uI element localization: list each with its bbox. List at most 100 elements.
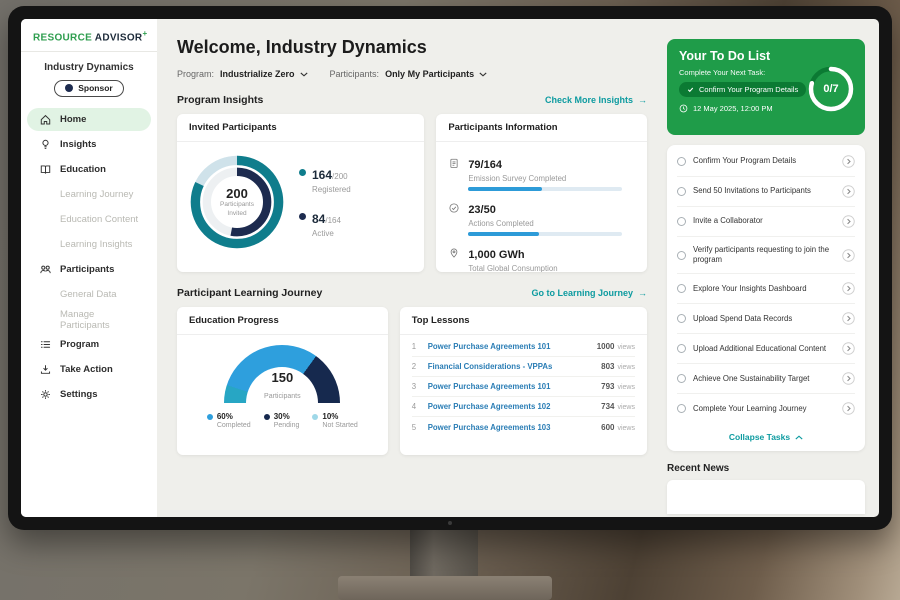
stat-label: Total Global Consumption bbox=[468, 264, 635, 272]
arrow-right-icon: → bbox=[638, 288, 647, 298]
sidebar-item-label: Education Content bbox=[60, 214, 138, 225]
task-row[interactable]: Verify participants requesting to join t… bbox=[677, 237, 855, 274]
chevron-right-icon[interactable] bbox=[842, 185, 855, 198]
legend-total: /200 bbox=[332, 172, 348, 181]
sidebar-item-education[interactable]: Education bbox=[27, 158, 151, 181]
lesson-link[interactable]: Power Purchase Agreements 101 bbox=[428, 342, 589, 351]
lesson-rank: 3 bbox=[412, 382, 420, 391]
sidebar-item-learning-journey[interactable]: Learning Journey bbox=[27, 183, 151, 206]
task-row[interactable]: Invite a Collaborator bbox=[677, 207, 855, 237]
task-checkbox[interactable] bbox=[677, 344, 686, 353]
task-label: Send 50 Invitations to Participants bbox=[693, 186, 835, 196]
task-row[interactable]: Achieve One Sustainability Target bbox=[677, 364, 855, 394]
task-checkbox[interactable] bbox=[677, 157, 686, 166]
next-task-pill[interactable]: Confirm Your Program Details bbox=[679, 82, 806, 97]
lesson-link[interactable]: Power Purchase Agreements 102 bbox=[428, 402, 593, 411]
sidebar-item-label: Settings bbox=[60, 389, 97, 400]
stat-label: Emission Survey Completed bbox=[468, 174, 635, 183]
collapse-tasks-link[interactable]: Collapse Tasks bbox=[677, 423, 855, 449]
participants-information-card: Participants Information 79/164 Emission… bbox=[436, 114, 647, 272]
lesson-row: 1 Power Purchase Agreements 101 1000view… bbox=[412, 337, 635, 357]
sidebar-item-learning-insights[interactable]: Learning Insights bbox=[27, 233, 151, 256]
top-lessons-card: Top Lessons 1 Power Purchase Agreements … bbox=[400, 307, 647, 455]
divider bbox=[21, 51, 157, 52]
gauge-center-caption: Participants bbox=[264, 393, 301, 400]
invited-participants-card: Invited Participants 200 bbox=[177, 114, 424, 272]
legend-dot bbox=[207, 414, 213, 420]
go-to-learning-journey-link[interactable]: Go to Learning Journey → bbox=[531, 288, 647, 298]
sidebar-item-take-action[interactable]: Take Action bbox=[27, 358, 151, 381]
chevron-right-icon[interactable] bbox=[842, 282, 855, 295]
task-label: Invite a Collaborator bbox=[693, 216, 835, 226]
chevron-right-icon[interactable] bbox=[842, 372, 855, 385]
task-checkbox[interactable] bbox=[677, 404, 686, 413]
monitor-stand-base bbox=[338, 576, 552, 600]
next-task-label: Confirm Your Program Details bbox=[699, 85, 798, 94]
task-checkbox[interactable] bbox=[677, 374, 686, 383]
task-row[interactable]: Upload Additional Educational Content bbox=[677, 334, 855, 364]
sidebar-item-participants[interactable]: Participants bbox=[27, 258, 151, 281]
lesson-link[interactable]: Power Purchase Agreements 101 bbox=[428, 382, 593, 391]
monitor-power-led bbox=[448, 521, 452, 525]
task-row[interactable]: Upload Spend Data Records bbox=[677, 304, 855, 334]
sidebar-item-settings[interactable]: Settings bbox=[27, 383, 151, 406]
chevron-right-icon[interactable] bbox=[842, 402, 855, 415]
education-progress-gauge-chart: 150 Participants bbox=[224, 345, 340, 403]
task-row[interactable]: Send 50 Invitations to Participants bbox=[677, 177, 855, 207]
sidebar-item-label: Program bbox=[60, 339, 99, 350]
task-row[interactable]: Confirm Your Program Details bbox=[677, 147, 855, 177]
sidebar-item-insights[interactable]: Insights bbox=[27, 133, 151, 156]
sidebar-item-label: Manage Participants bbox=[60, 309, 143, 331]
legend-value: 60% bbox=[217, 412, 251, 421]
program-filter-dropdown[interactable]: Industrialize Zero bbox=[220, 69, 308, 79]
check-more-insights-link[interactable]: Check More Insights → bbox=[545, 95, 647, 105]
legend-total: /164 bbox=[325, 216, 341, 225]
lesson-row: 2 Financial Considerations - VPPAs 803vi… bbox=[412, 357, 635, 377]
legend-label: Not Started bbox=[322, 422, 357, 429]
chevron-right-icon[interactable] bbox=[842, 342, 855, 355]
monitor-bezel: RESOURCE ADVISOR+ Industry Dynamics Spon… bbox=[8, 6, 892, 530]
task-checkbox[interactable] bbox=[677, 187, 686, 196]
lesson-row: 5 Power Purchase Agreements 103 600views bbox=[412, 417, 635, 437]
gauge-center-label: 150 Participants bbox=[224, 370, 340, 403]
stat-emission-survey: 79/164 Emission Survey Completed bbox=[448, 155, 635, 191]
task-checkbox[interactable] bbox=[677, 251, 686, 260]
learning-journey-cards: Education Progress 150 Participants bbox=[177, 307, 647, 455]
invited-participants-body: 200 Participants Invited 164/200 Registe bbox=[177, 142, 424, 254]
card-title: Invited Participants bbox=[177, 114, 424, 142]
task-row[interactable]: Complete Your Learning Journey bbox=[677, 394, 855, 423]
task-checkbox[interactable] bbox=[677, 284, 686, 293]
map-pin-icon bbox=[448, 245, 460, 272]
sidebar-item-education-content[interactable]: Education Content bbox=[27, 208, 151, 231]
lesson-views: 793views bbox=[601, 382, 635, 391]
chevron-right-icon[interactable] bbox=[842, 215, 855, 228]
participants-filter-dropdown[interactable]: Only My Participants bbox=[385, 69, 487, 79]
task-checkbox[interactable] bbox=[677, 217, 686, 226]
legend-dot bbox=[264, 414, 270, 420]
legend-item-active: 84/164 Active bbox=[299, 210, 351, 238]
lesson-rank: 4 bbox=[412, 402, 420, 411]
task-checkbox[interactable] bbox=[677, 314, 686, 323]
sponsor-badge[interactable]: Sponsor bbox=[54, 80, 123, 97]
program-filter-value: Industrialize Zero bbox=[220, 69, 295, 79]
chevron-right-icon[interactable] bbox=[842, 312, 855, 325]
chevron-right-icon[interactable] bbox=[842, 155, 855, 168]
book-icon bbox=[39, 163, 52, 176]
legend-label: Completed bbox=[217, 422, 251, 429]
chevron-up-icon bbox=[795, 435, 803, 440]
task-row[interactable]: Explore Your Insights Dashboard bbox=[677, 274, 855, 304]
lesson-link[interactable]: Financial Considerations - VPPAs bbox=[428, 362, 593, 371]
sidebar-item-program[interactable]: Program bbox=[27, 333, 151, 356]
lesson-views: 734views bbox=[601, 402, 635, 411]
logo-text-resource: RESOURCE bbox=[33, 32, 92, 43]
sidebar-item-manage-participants[interactable]: Manage Participants bbox=[27, 308, 151, 331]
clock-icon bbox=[679, 104, 688, 113]
section-title-learning-journey: Participant Learning Journey bbox=[177, 287, 322, 299]
chevron-right-icon[interactable] bbox=[842, 249, 855, 262]
task-label: Confirm Your Program Details bbox=[693, 156, 835, 166]
sidebar-item-home[interactable]: Home bbox=[27, 108, 151, 131]
recent-news-card bbox=[667, 480, 865, 514]
sidebar-item-label: Take Action bbox=[60, 364, 113, 375]
lesson-link[interactable]: Power Purchase Agreements 103 bbox=[428, 423, 593, 432]
sidebar-item-general-data[interactable]: General Data bbox=[27, 283, 151, 306]
